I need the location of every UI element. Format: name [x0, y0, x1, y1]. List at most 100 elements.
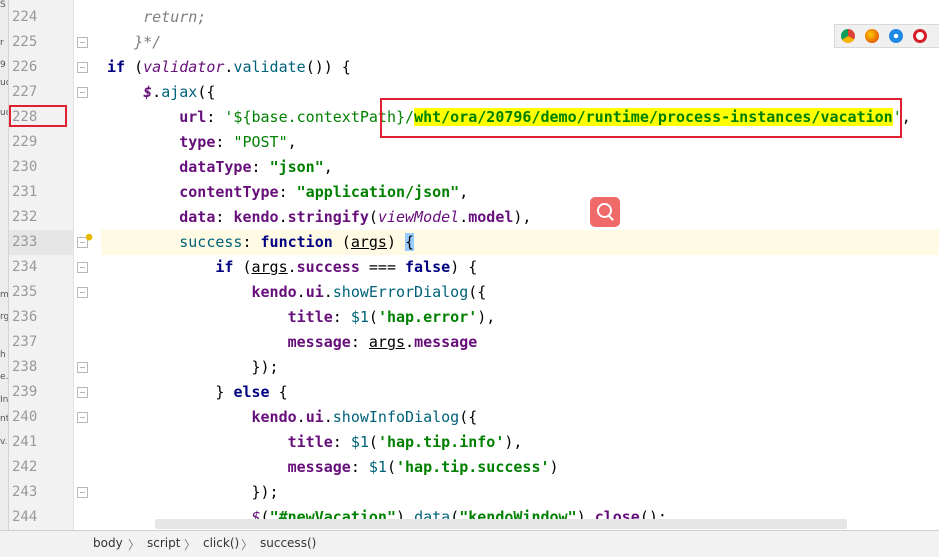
code-line[interactable]: title: $1('hap.error'),	[107, 305, 496, 330]
left-panel-fragment: r	[0, 38, 4, 48]
code-token: title	[287, 308, 333, 326]
code-line[interactable]: title: $1('hap.tip.info'),	[107, 430, 523, 455]
code-token: message	[287, 458, 351, 476]
left-panel-edge: Sr 9 uc uc m rg h e. In nt v.	[0, 0, 9, 530]
fold-toggle-icon[interactable]	[77, 412, 88, 423]
code-line[interactable]: dataType: "json",	[107, 155, 333, 180]
code-line[interactable]: success: function (args) {	[107, 230, 415, 255]
code-line[interactable]: });	[107, 355, 279, 380]
code-line[interactable]: });	[107, 480, 279, 505]
code-token: :	[278, 183, 297, 201]
opera-icon[interactable]	[913, 29, 927, 43]
line-number: 235	[12, 284, 38, 300]
chrome-icon[interactable]	[841, 29, 855, 43]
code-token: args	[350, 233, 387, 251]
fold-toggle-icon[interactable]	[77, 487, 88, 498]
code-token: false	[405, 258, 451, 276]
code-line[interactable]: return;	[107, 5, 206, 30]
code-line[interactable]: data: kendo.stringify(viewModel.model),	[107, 205, 531, 230]
fold-toggle-icon[interactable]	[77, 262, 88, 273]
code-token: viewModel	[377, 208, 460, 226]
breadcrumb-click[interactable]: click()	[203, 536, 239, 550]
fold-toggle-icon[interactable]	[77, 287, 88, 298]
code-token: ,	[459, 183, 469, 201]
code-token: :	[215, 133, 234, 151]
breadcrumb-body[interactable]: body	[93, 536, 123, 550]
code-token: $	[143, 83, 153, 101]
code-token: :	[332, 308, 351, 326]
code-token: kendo	[251, 283, 297, 301]
line-number: 230	[12, 159, 38, 175]
fold-toggle-icon[interactable]	[77, 387, 88, 398]
code-token: .	[296, 283, 306, 301]
breadcrumb-script[interactable]: script	[147, 536, 180, 550]
code-token: 'hap.error'	[377, 308, 478, 326]
code-token: (	[368, 208, 378, 226]
code-line[interactable]: kendo.ui.showErrorDialog({	[107, 280, 487, 305]
line-number: 231	[12, 184, 38, 200]
code-token: :	[206, 108, 225, 126]
fold-toggle-icon[interactable]	[77, 62, 88, 73]
code-line[interactable]: contentType: "application/json",	[107, 180, 468, 205]
code-token: dataType	[179, 158, 252, 176]
lightbulb-icon[interactable]: ●	[82, 230, 96, 244]
code-token: kendo	[233, 208, 279, 226]
browser-preview-bar	[834, 24, 939, 48]
line-number: 237	[12, 334, 38, 350]
code-line[interactable]: } else {	[107, 380, 288, 405]
code-token: url	[179, 108, 207, 126]
code-line[interactable]: $.ajax({	[107, 80, 215, 105]
code-token: {	[405, 233, 415, 251]
fold-toggle-icon[interactable]	[77, 362, 88, 373]
code-line[interactable]: if (validator.validate()) {	[107, 55, 351, 80]
left-panel-fragment: rg	[0, 312, 9, 322]
status-bar: body 〉 script 〉 click() 〉 success()	[0, 530, 939, 557]
code-token: ui	[305, 408, 324, 426]
code-token: showInfoDialog	[332, 408, 460, 426]
line-number: 239	[12, 384, 38, 400]
horizontal-scrollbar[interactable]	[155, 519, 847, 529]
code-token: (	[368, 308, 378, 326]
firefox-icon[interactable]	[865, 29, 879, 43]
code-line[interactable]: type: "POST",	[107, 130, 296, 155]
code-token: .	[323, 408, 333, 426]
code-token: function	[260, 233, 333, 251]
code-token: }	[215, 383, 234, 401]
breadcrumb-success[interactable]: success()	[260, 536, 316, 550]
code-line[interactable]: message: args.message	[107, 330, 478, 355]
line-number: 236	[12, 309, 38, 325]
line-number: 227	[12, 84, 38, 100]
code-line[interactable]: kendo.ui.showInfoDialog({	[107, 405, 478, 430]
code-token: if	[107, 58, 126, 76]
code-line[interactable]: message: $1('hap.tip.success')	[107, 455, 559, 480]
left-panel-fragment: S	[0, 0, 6, 10]
code-token: :	[251, 158, 270, 176]
code-line[interactable]: }*/	[107, 30, 161, 55]
code-line[interactable]: if (args.success === false) {	[107, 255, 477, 280]
code-token: message	[287, 333, 351, 351]
left-panel-fragment: v.	[0, 437, 8, 447]
code-token: else	[233, 383, 270, 401]
line-number: 238	[12, 359, 38, 375]
fold-toggle-icon[interactable]	[77, 37, 88, 48]
search-button[interactable]	[590, 197, 620, 227]
code-token: ,	[323, 158, 333, 176]
code-token: $1	[350, 433, 369, 451]
safari-icon[interactable]	[889, 29, 903, 43]
code-token: "POST"	[233, 133, 288, 151]
code-token: .	[287, 258, 297, 276]
code-token: {	[269, 383, 288, 401]
fold-toggle-icon[interactable]	[77, 87, 88, 98]
line-number: 225	[12, 34, 38, 50]
code-token: success	[179, 233, 243, 251]
code-token: $1	[350, 308, 369, 326]
code-token: (	[332, 233, 351, 251]
